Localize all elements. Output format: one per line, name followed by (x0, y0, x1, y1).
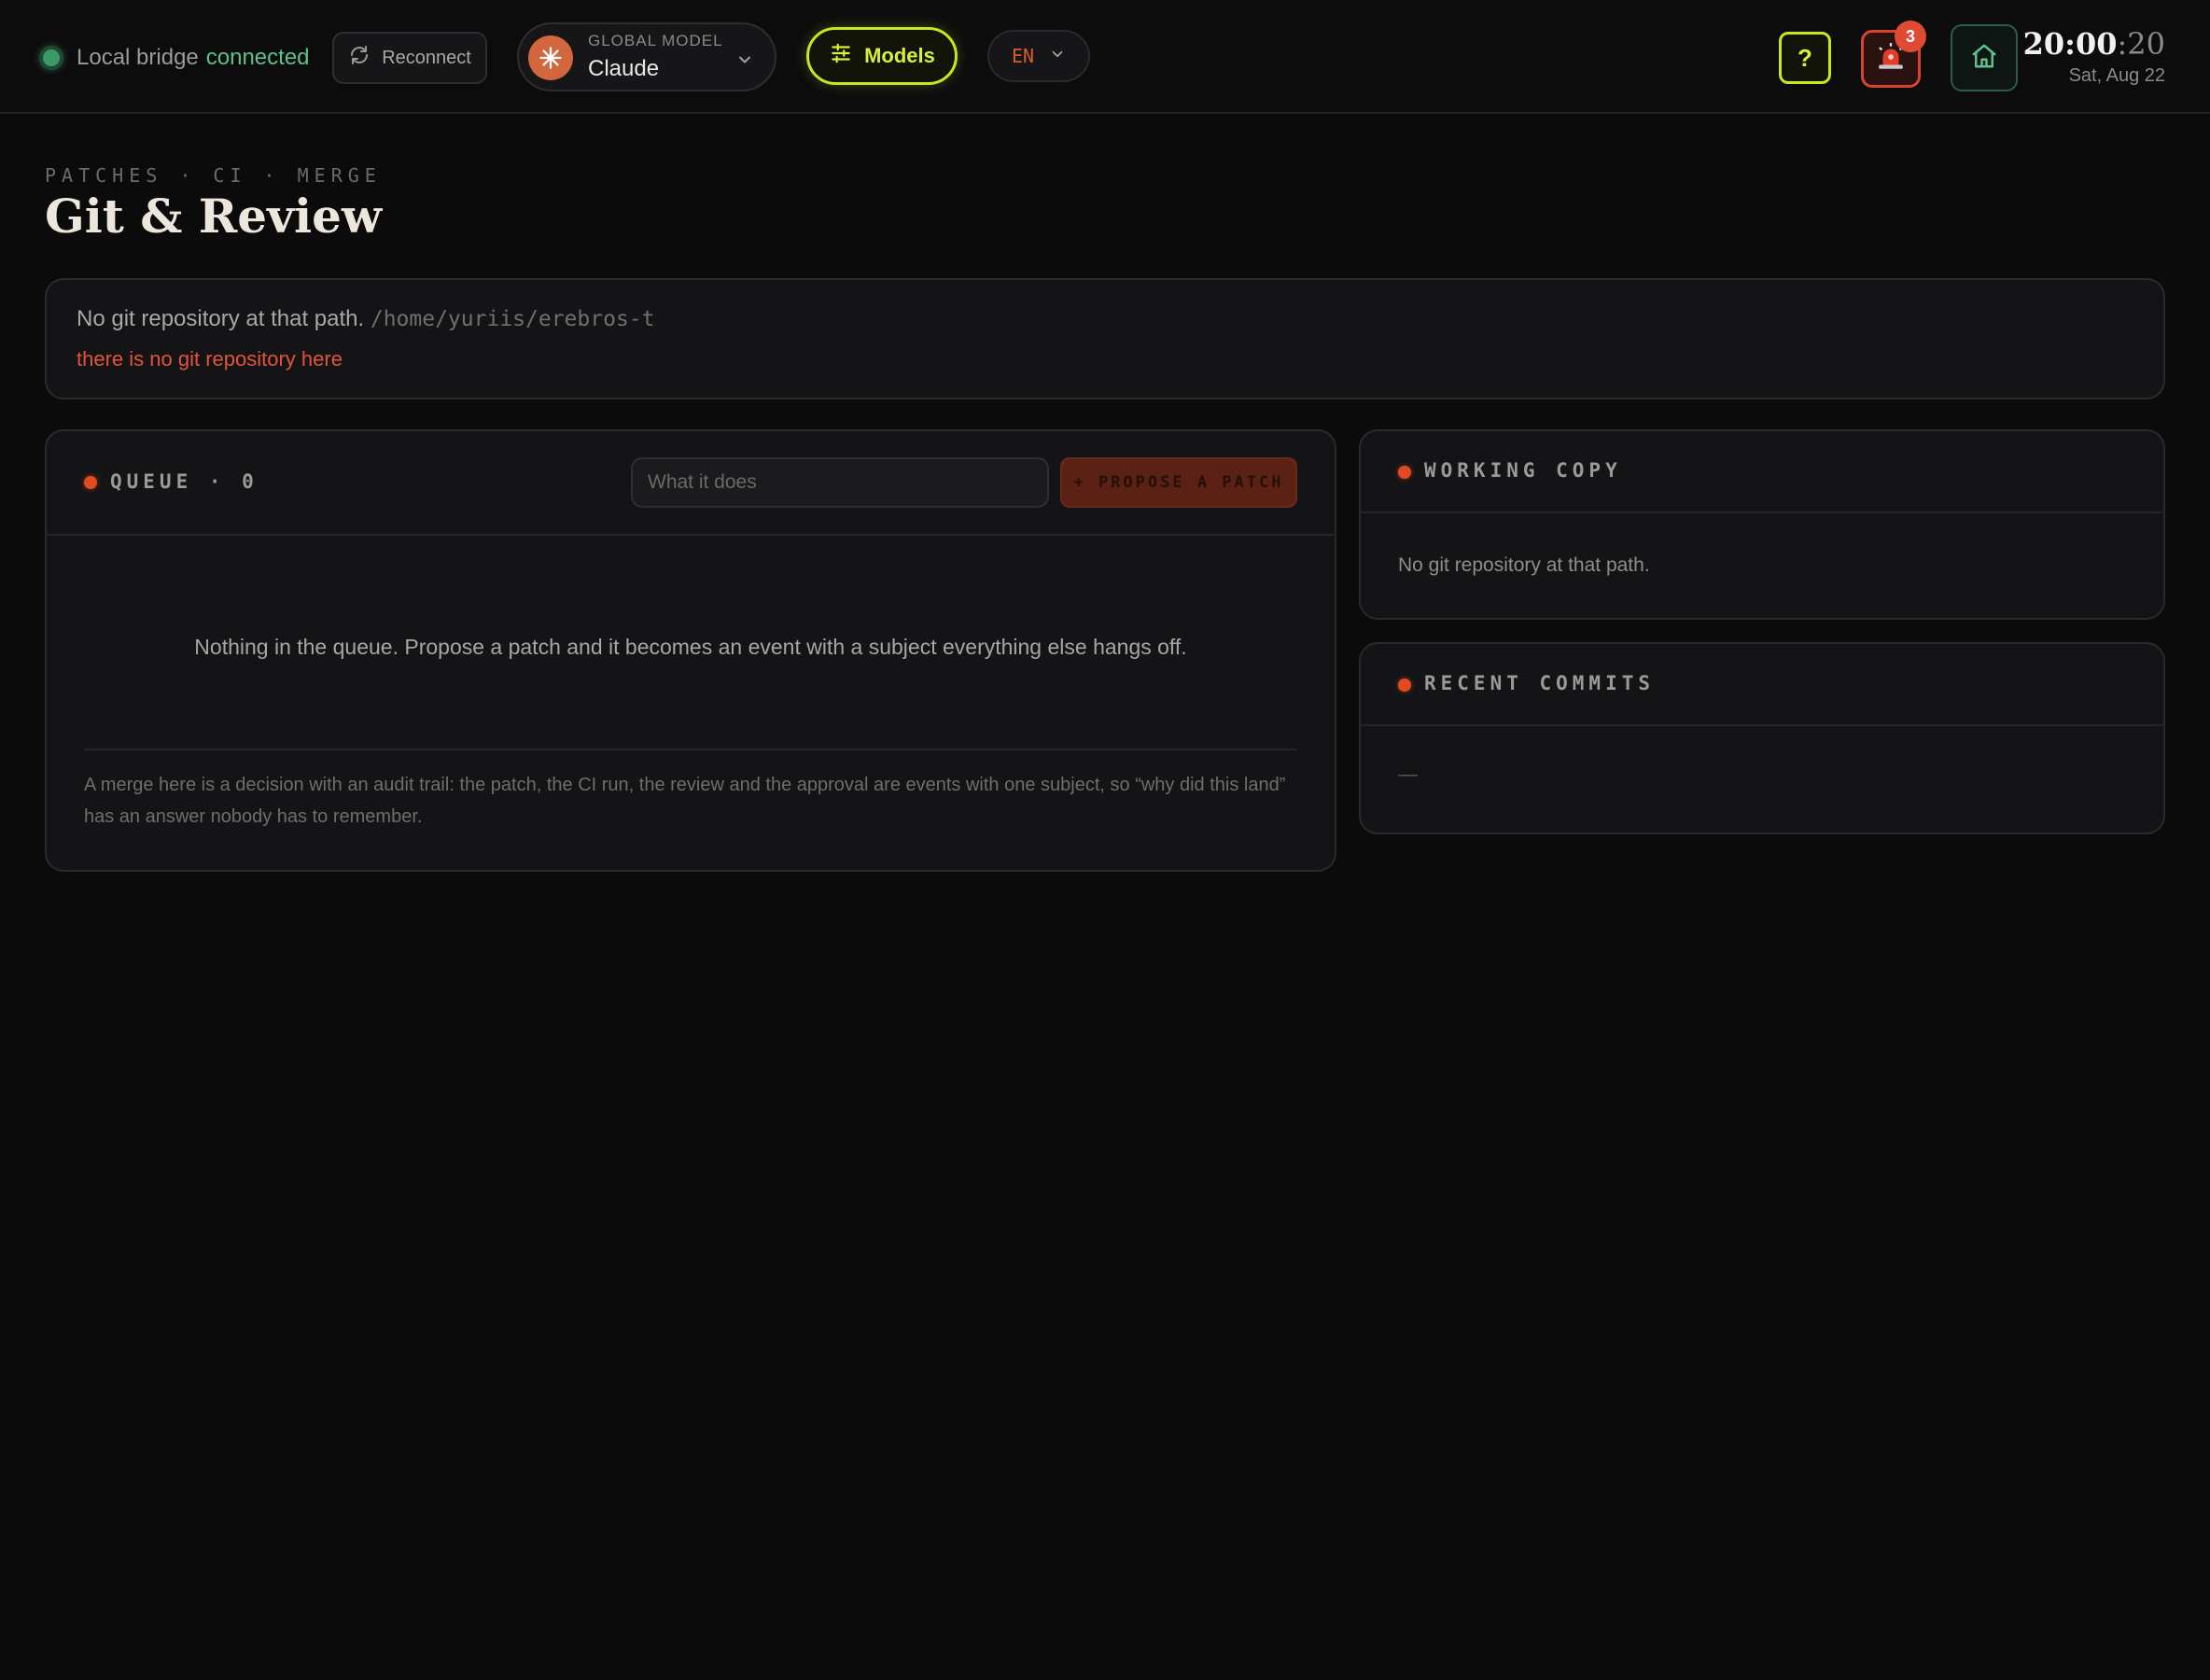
sliders-icon (829, 41, 853, 71)
status-dot-icon (1398, 466, 1411, 479)
patch-description-input[interactable] (631, 457, 1049, 508)
recent-commits-title: RECENT COMMITS (1424, 672, 1656, 694)
queue-title: QUEUE · 0 (110, 470, 259, 493)
page-title: Git & Review (45, 189, 383, 244)
repo-error-banner: No git repository at that path. /home/yu… (45, 278, 2165, 399)
status-dot-icon (1398, 679, 1411, 692)
clock-time: 20:00:20 (2023, 26, 2165, 62)
banner-message-line: No git repository at that path. /home/yu… (77, 306, 654, 332)
banner-path: /home/yuriis/erebros-t (370, 307, 655, 331)
asterisk-icon (528, 35, 573, 80)
bridge-status: Local bridge connected (39, 43, 310, 73)
recent-commits-header: RECENT COMMITS (1361, 644, 2163, 726)
chevron-down-icon (735, 50, 754, 74)
top-bar: Local bridge connected Reconnect GLOBAL … (0, 0, 2210, 114)
working-copy-panel: WORKING COPY No git repository at that p… (1359, 429, 2165, 620)
clock-date: Sat, Aug 22 (2068, 65, 2165, 86)
clock-seconds: :20 (2117, 26, 2166, 62)
global-model-selector[interactable]: GLOBAL MODEL Claude (517, 22, 776, 91)
model-name: Claude (588, 56, 660, 81)
queue-header: QUEUE · 0 + PROPOSE A PATCH (47, 431, 1335, 536)
home-icon (1970, 42, 1998, 75)
model-kicker: GLOBAL MODEL (588, 32, 723, 49)
status-dot-icon (39, 46, 63, 70)
banner-message: No git repository at that path. (77, 306, 365, 331)
queue-empty-message: Nothing in the queue. Propose a patch an… (194, 635, 1187, 659)
working-copy-message: No git repository at that path. (1398, 554, 1650, 576)
reconnect-label: Reconnect (382, 47, 471, 68)
help-button[interactable]: ? (1779, 32, 1831, 84)
refresh-icon (348, 44, 371, 72)
status-dot-icon (84, 476, 97, 489)
queue-panel: QUEUE · 0 + PROPOSE A PATCH Nothing in t… (45, 429, 1336, 872)
working-copy-title: WORKING COPY (1424, 459, 1622, 482)
alert-count-badge: 3 (1895, 21, 1926, 52)
reconnect-button[interactable]: Reconnect (332, 32, 487, 84)
banner-error: there is no git repository here (77, 347, 343, 371)
models-button[interactable]: Models (806, 27, 958, 85)
language-label: EN (1011, 45, 1035, 67)
clock: 20:00:20 Sat, Aug 22 (2023, 26, 2165, 87)
models-label: Models (864, 44, 935, 67)
home-button[interactable] (1951, 24, 2018, 91)
working-copy-header: WORKING COPY (1361, 431, 2163, 513)
language-selector[interactable]: EN (987, 30, 1090, 82)
divider (84, 749, 1297, 750)
bridge-label: Local bridge (77, 45, 199, 70)
recent-commits-placeholder: — (1398, 763, 1418, 785)
chevron-down-icon (1049, 45, 1066, 67)
clock-hours-minutes: 20:00 (2022, 26, 2118, 62)
propose-patch-button[interactable]: + PROPOSE A PATCH (1060, 457, 1297, 508)
recent-commits-panel: RECENT COMMITS — (1359, 642, 2165, 834)
page-kicker: PATCHES · CI · MERGE (45, 164, 382, 187)
queue-note: A merge here is a decision with an audit… (84, 775, 1286, 827)
bridge-state: connected (205, 45, 310, 70)
